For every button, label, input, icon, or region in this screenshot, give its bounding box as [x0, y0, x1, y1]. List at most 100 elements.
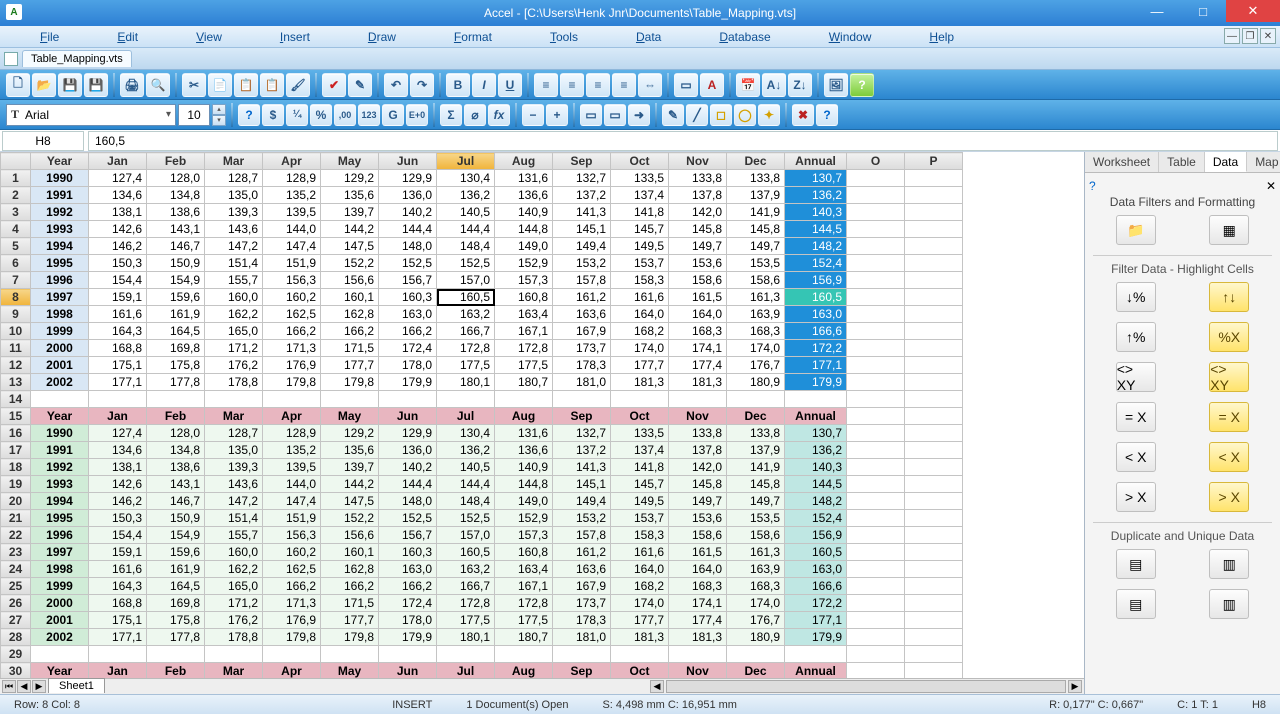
cell[interactable]: 168,8 [89, 340, 147, 357]
row-header[interactable]: 17 [1, 442, 31, 459]
cell[interactable]: 161,2 [553, 544, 611, 561]
cell[interactable]: 177,5 [495, 612, 553, 629]
cell[interactable]: 145,7 [611, 221, 669, 238]
cell[interactable]: 128,7 [205, 425, 263, 442]
preview-button[interactable]: 🔍 [146, 73, 170, 97]
align-left-button[interactable]: ≡ [534, 73, 558, 97]
tab-first-button[interactable]: ⏮ [2, 680, 16, 693]
delete-button[interactable]: ✖ [792, 104, 814, 126]
row-header[interactable]: 2 [1, 187, 31, 204]
cell[interactable]: 176,2 [205, 357, 263, 374]
cell[interactable]: 149,5 [611, 238, 669, 255]
cell[interactable]: 159,1 [89, 544, 147, 561]
filter-btn-right-2[interactable]: <> XY [1209, 362, 1249, 392]
cell[interactable] [847, 272, 905, 289]
cell[interactable]: 1991 [31, 187, 89, 204]
cell[interactable] [379, 646, 437, 663]
col-header[interactable]: O [847, 153, 905, 170]
cell[interactable]: 145,1 [553, 476, 611, 493]
cell[interactable]: 156,6 [321, 527, 379, 544]
cell[interactable]: 174,0 [727, 595, 785, 612]
cell[interactable]: 149,7 [727, 238, 785, 255]
shape-arrow-button[interactable]: ➜ [628, 104, 650, 126]
cell[interactable]: 166,2 [263, 323, 321, 340]
cell[interactable]: 161,6 [89, 561, 147, 578]
cell[interactable] [847, 629, 905, 646]
menu-tools[interactable]: Tools [550, 30, 578, 44]
cell[interactable]: 160,8 [495, 289, 553, 306]
col-header[interactable]: Mar [205, 153, 263, 170]
cell[interactable]: 137,9 [727, 187, 785, 204]
cell[interactable]: 163,4 [495, 561, 553, 578]
cell[interactable] [847, 663, 905, 679]
cell[interactable]: 136,2 [437, 187, 495, 204]
currency-button[interactable]: $ [262, 104, 284, 126]
cell[interactable] [847, 646, 905, 663]
cell[interactable] [147, 391, 205, 408]
cell[interactable]: 149,4 [553, 493, 611, 510]
cell[interactable]: 157,0 [437, 527, 495, 544]
col-header[interactable]: Dec [727, 153, 785, 170]
cell[interactable]: 166,7 [437, 578, 495, 595]
cell[interactable]: 1996 [31, 272, 89, 289]
cell[interactable]: 144,2 [321, 221, 379, 238]
sort-desc-button[interactable]: Z↓ [788, 73, 812, 97]
cell[interactable]: 137,2 [553, 442, 611, 459]
info-button[interactable]: ? [816, 104, 838, 126]
font-size-spinner[interactable]: ▴▾ [212, 104, 226, 126]
cell[interactable]: 151,4 [205, 255, 263, 272]
cell[interactable] [147, 646, 205, 663]
cell[interactable]: 172,4 [379, 595, 437, 612]
cell[interactable]: 178,8 [205, 374, 263, 391]
cell[interactable] [379, 391, 437, 408]
cell[interactable]: 130,7 [785, 170, 847, 187]
cell[interactable] [847, 221, 905, 238]
cell[interactable]: 156,3 [263, 272, 321, 289]
cell[interactable]: 162,2 [205, 561, 263, 578]
shape-rect-button[interactable]: ▭ [580, 104, 602, 126]
cell[interactable] [905, 629, 963, 646]
cell[interactable]: 1999 [31, 578, 89, 595]
cell[interactable]: 135,2 [263, 442, 321, 459]
cell[interactable]: 154,4 [89, 272, 147, 289]
italic-button[interactable]: I [472, 73, 496, 97]
cell[interactable]: 162,8 [321, 561, 379, 578]
cell[interactable]: 171,3 [263, 340, 321, 357]
cell[interactable]: Nov [669, 408, 727, 425]
cell[interactable]: 176,7 [727, 612, 785, 629]
cell[interactable]: 133,8 [669, 425, 727, 442]
cell[interactable]: 177,8 [147, 629, 205, 646]
cell[interactable] [727, 391, 785, 408]
close-button[interactable]: ✕ [1226, 0, 1280, 22]
cell[interactable]: 162,2 [205, 306, 263, 323]
filter-btn-left-5[interactable]: > X [1116, 482, 1156, 512]
cell[interactable]: 173,7 [553, 340, 611, 357]
cell[interactable]: 181,0 [553, 629, 611, 646]
scientific-button[interactable]: E+0 [406, 104, 428, 126]
cell[interactable]: Aug [495, 408, 553, 425]
cell[interactable]: 156,7 [379, 272, 437, 289]
cell[interactable]: Year [31, 663, 89, 679]
cell[interactable]: 161,6 [611, 544, 669, 561]
cell[interactable]: 130,4 [437, 170, 495, 187]
cell[interactable]: 153,6 [669, 255, 727, 272]
cell[interactable]: 153,6 [669, 510, 727, 527]
cell[interactable]: 1995 [31, 510, 89, 527]
cell[interactable]: 181,0 [553, 374, 611, 391]
cell[interactable]: 164,0 [669, 306, 727, 323]
cell[interactable]: 140,5 [437, 459, 495, 476]
cell[interactable]: 160,0 [205, 544, 263, 561]
cell[interactable]: 1995 [31, 255, 89, 272]
cell[interactable]: May [321, 408, 379, 425]
row-header[interactable]: 19 [1, 476, 31, 493]
avg-button[interactable]: ⌀ [464, 104, 486, 126]
filter-btn-left-2[interactable]: <> XY [1116, 362, 1156, 392]
row-header[interactable]: 11 [1, 340, 31, 357]
cell[interactable]: 164,3 [89, 323, 147, 340]
cell[interactable]: 160,3 [379, 289, 437, 306]
cell[interactable]: 177,7 [321, 612, 379, 629]
fraction-button[interactable]: ¼ [286, 104, 308, 126]
cell[interactable] [905, 476, 963, 493]
saveas-button[interactable]: 💾 [84, 73, 108, 97]
cell[interactable]: 140,9 [495, 204, 553, 221]
